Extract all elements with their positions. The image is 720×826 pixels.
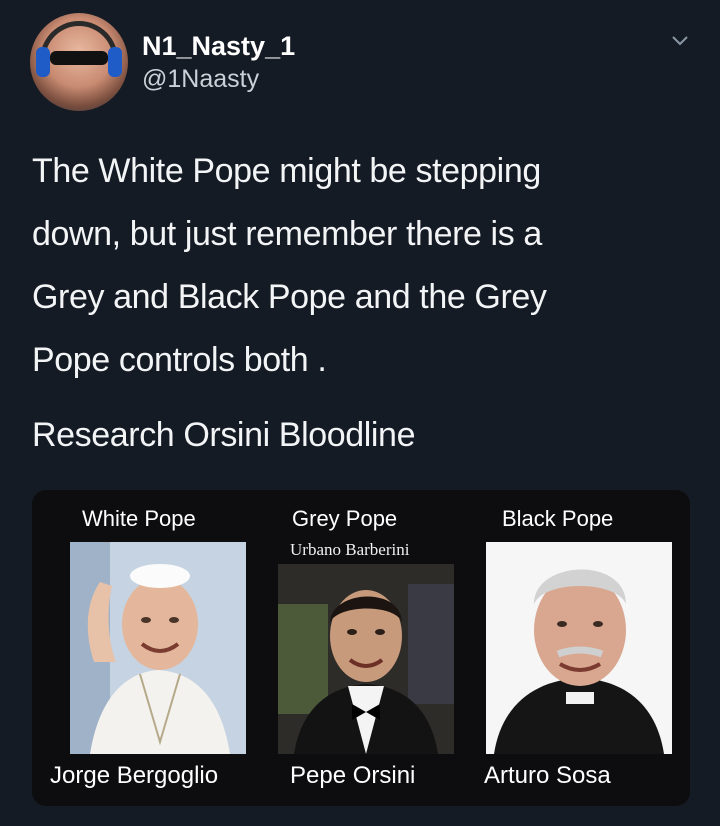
display-name[interactable]: N1_Nasty_1: [142, 29, 295, 63]
tweet-line: The White Pope might be stepping: [32, 152, 541, 190]
person-name: Jorge Bergoglio: [50, 762, 219, 789]
person-name: Pepe Orsini: [290, 762, 416, 789]
tweet-paragraph-2: Research Orsini Bloodline: [32, 416, 416, 454]
black-pope-portrait: [486, 542, 672, 754]
avatar[interactable]: [30, 13, 128, 111]
tweet: N1_Nasty_1 @1Naasty The White Pope might…: [0, 0, 720, 826]
column-title: Grey Pope: [292, 506, 398, 531]
white-pope-photo: [70, 542, 246, 754]
sunglasses: [50, 51, 108, 65]
headset-left: [36, 47, 50, 77]
column-subtitle: Urbano Barberini: [290, 540, 410, 559]
black-pope-photo: [486, 542, 672, 754]
tweet-line: down, but just remember there is a: [32, 215, 542, 253]
media-column-white-pope: White Pope Jorge Bergoglio: [32, 490, 252, 806]
tweet-media-image[interactable]: White Pope Jorge Bergoglio Grey Pope Urb…: [32, 490, 690, 806]
grey-pope-photo: [278, 564, 454, 754]
media-column-grey-pope: Grey Pope Urbano Barberini Pepe Orsini: [252, 490, 472, 806]
tweet-line: Grey and Black Pope and the Grey: [32, 278, 547, 316]
person-name: Arturo Sosa: [484, 762, 611, 789]
author-names: N1_Nasty_1 @1Naasty: [142, 29, 295, 95]
white-pope-portrait: [70, 542, 246, 754]
tweet-line: Pope controls both .: [32, 341, 327, 379]
media-column-black-pope: Black Pope Arturo Sosa: [472, 490, 690, 806]
column-title: White Pope: [82, 506, 196, 531]
tweet-text: The White Pope might be stepping down, b…: [32, 140, 672, 467]
chevron-down-icon[interactable]: [670, 30, 690, 50]
grey-pope-portrait: [278, 564, 454, 754]
headset-right: [108, 47, 122, 77]
user-handle[interactable]: @1Naasty: [142, 63, 295, 95]
tweet-header: N1_Nasty_1 @1Naasty: [30, 12, 295, 112]
column-title: Black Pope: [502, 506, 614, 531]
tweet-paragraph: The White Pope might be stepping down, b…: [32, 140, 672, 392]
